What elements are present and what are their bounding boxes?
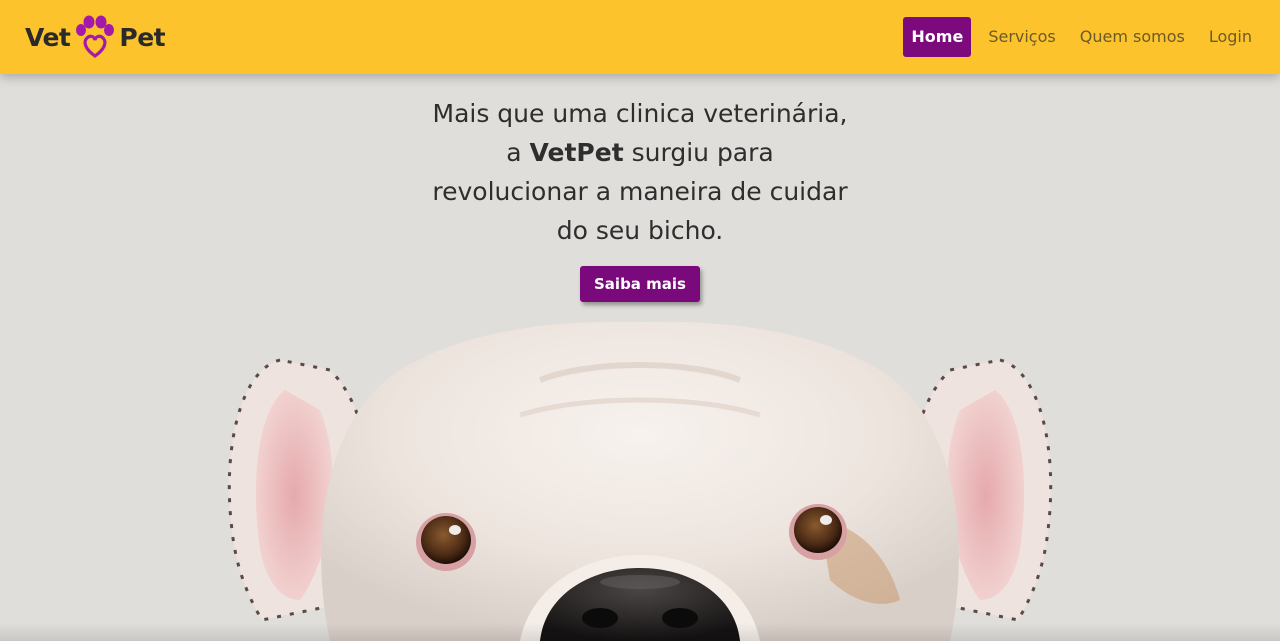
bottom-shade	[0, 623, 1280, 641]
hero-line-2-post: surgiu para	[631, 138, 774, 167]
main-nav: Home Serviços Quem somos Login	[903, 17, 1264, 57]
brand-logo[interactable]: Vet Pet	[25, 14, 175, 60]
hero-line-4: do seu bicho.	[556, 216, 724, 245]
hero-line-2-pre: a	[506, 138, 522, 167]
hero-brand-name: VetPet	[529, 138, 624, 167]
nav-login[interactable]: Login	[1197, 17, 1264, 57]
logo-word-pet: Pet	[119, 22, 166, 52]
bulldog-hero-image	[227, 321, 1053, 641]
nav-home[interactable]: Home	[903, 17, 972, 57]
nav-quem-somos[interactable]: Quem somos	[1068, 17, 1197, 57]
paw-heart-icon	[76, 15, 115, 58]
hero-line-1: Mais que uma clinica veterinária,	[432, 99, 848, 128]
hero-line-2: a VetPet surgiu para	[390, 133, 890, 172]
navbar: Vet Pet Home Serviços Quem somos Login	[0, 0, 1280, 74]
hero-line-3: revolucionar a maneira de cuidar	[432, 177, 848, 206]
hero-headline: Mais que uma clinica veterinária, a VetP…	[390, 94, 890, 250]
nav-servicos[interactable]: Serviços	[976, 17, 1067, 57]
saiba-mais-button[interactable]: Saiba mais	[580, 266, 700, 302]
logo-word-vet: Vet	[25, 22, 71, 52]
